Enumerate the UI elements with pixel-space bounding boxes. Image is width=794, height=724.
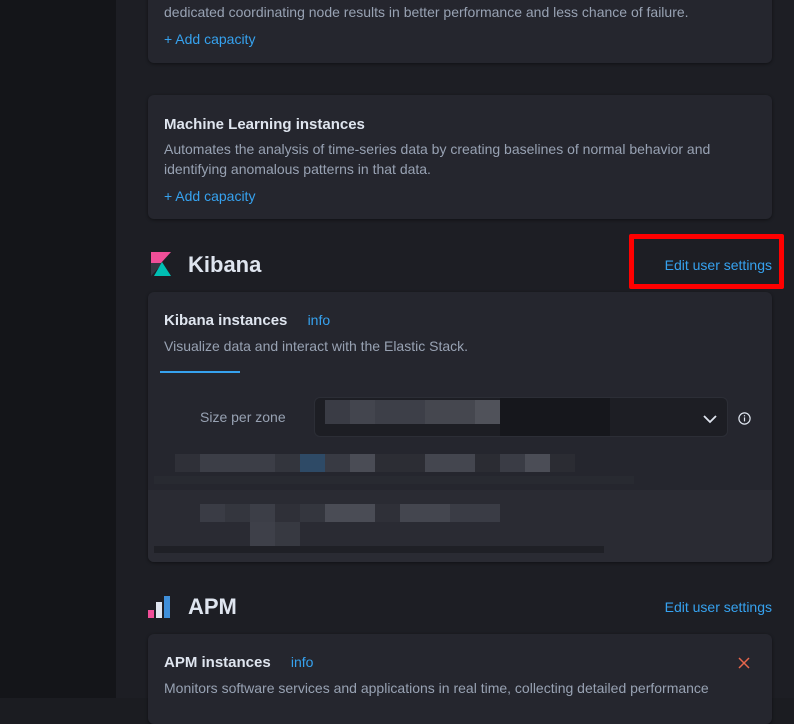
- apm-card-description: Monitors software services and applicati…: [164, 680, 709, 696]
- kibana-info-link[interactable]: info: [308, 312, 331, 328]
- close-icon[interactable]: [738, 656, 750, 674]
- apm-card-title-text: APM instances: [164, 654, 271, 671]
- chevron-down-icon[interactable]: [703, 411, 717, 429]
- coordinating-card: dedicated coordinating node results in b…: [148, 0, 772, 63]
- kibana-card: Kibana instances info Visualize data and…: [148, 292, 772, 562]
- redacted-summary-row: [175, 454, 575, 472]
- apm-logo-icon: [148, 596, 172, 623]
- apm-card: APM instances info Monitors software ser…: [148, 634, 772, 724]
- apm-edit-user-settings-link[interactable]: Edit user settings: [665, 599, 772, 615]
- apm-card-title: APM instances info: [164, 654, 313, 671]
- apm-info-link[interactable]: info: [291, 654, 314, 670]
- kibana-edit-user-settings-link[interactable]: Edit user settings: [665, 257, 772, 273]
- kibana-card-title: Kibana instances info: [164, 312, 330, 329]
- left-sidebar: [0, 0, 116, 698]
- coordinating-description: dedicated coordinating node results in b…: [164, 4, 689, 20]
- redacted-select-value: [325, 400, 500, 424]
- size-per-zone-label: Size per zone: [200, 409, 286, 425]
- ml-card-description: Automates the analysis of time-series da…: [164, 141, 711, 177]
- redacted-summary-line: [154, 476, 634, 484]
- redacted-footer-line: [154, 546, 604, 553]
- coordinating-add-capacity-link[interactable]: + Add capacity: [164, 31, 255, 47]
- ml-card: Machine Learning instances Automates the…: [148, 95, 772, 219]
- kibana-card-title-text: Kibana instances: [164, 312, 288, 329]
- apm-section-title: APM: [188, 594, 237, 619]
- apm-section-header: APM Edit user settings: [148, 592, 772, 622]
- kibana-selected-tab-underline: [160, 371, 240, 373]
- kibana-card-description: Visualize data and interact with the Ela…: [164, 338, 469, 354]
- size-per-zone-select[interactable]: [314, 397, 728, 437]
- kibana-section-title: Kibana: [188, 252, 262, 277]
- kibana-card-footer: [148, 490, 772, 562]
- redacted-footer-row: [200, 504, 500, 522]
- ml-add-capacity-link[interactable]: + Add capacity: [164, 188, 255, 204]
- ml-card-title: Machine Learning instances: [164, 116, 365, 133]
- kibana-logo-icon: [151, 252, 171, 281]
- redacted-select-value-dark: [500, 398, 610, 436]
- redacted-footer-block: [250, 522, 300, 546]
- kibana-section-header: Kibana Edit user settings: [148, 250, 772, 280]
- info-circle-icon[interactable]: [738, 412, 751, 430]
